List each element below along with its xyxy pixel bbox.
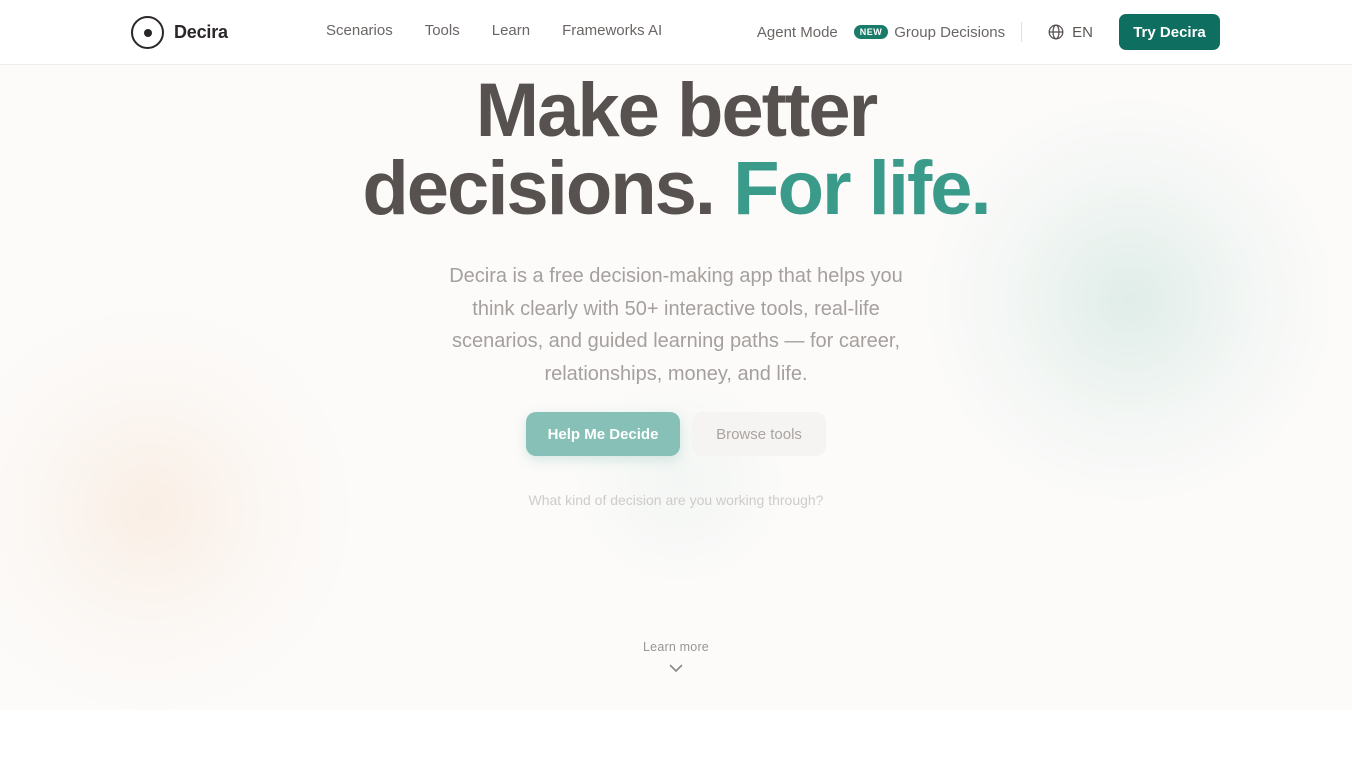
hero-headline: Make better decisions. For life. [0,72,1352,228]
learn-more-link[interactable]: Learn more [0,638,1352,673]
hero-subtext: Decira is a free decision-making app tha… [449,265,903,385]
header-actions: Agent Mode NEW Group Decisions EN Try De… [757,14,1220,50]
language-selector[interactable]: EN [1048,24,1093,41]
group-decisions-link[interactable]: NEW Group Decisions [853,23,1006,41]
globe-icon [1048,24,1064,40]
cta-row: Help Me Decide Browse tools [0,412,1352,456]
browse-tools-button[interactable]: Browse tools [692,412,826,456]
header-divider [1021,22,1023,42]
site-header: Decira Scenarios Tools Learn Frameworks … [0,0,1352,65]
circle-dot-icon [131,15,164,49]
brand-name: Decira [174,21,228,42]
nav-link-tools[interactable]: Tools [425,22,460,39]
nav-link-learn[interactable]: Learn [492,22,530,39]
learn-more-label: Learn more [643,640,709,654]
group-decisions-label: Group Decisions [894,23,1006,41]
nav-link-frameworks-ai[interactable]: Frameworks AI [562,22,662,39]
new-badge: NEW [853,25,889,39]
main-nav: Scenarios Tools Learn Frameworks AI [326,22,662,39]
decision-prompt: What kind of decision are you working th… [528,492,824,508]
try-decira-button[interactable]: Try Decira [1119,14,1220,50]
headline-line-1: Make better [475,68,878,153]
help-me-decide-button[interactable]: Help Me Decide [526,412,680,456]
nav-link-scenarios[interactable]: Scenarios [326,22,393,39]
language-label: EN [1072,23,1093,41]
headline-accent: For life. [733,146,991,231]
headline-line-2: decisions. [362,146,716,231]
agent-mode-link[interactable]: Agent Mode [757,24,838,41]
brand-logo[interactable]: Decira [131,15,228,49]
chevron-down-icon [669,664,683,672]
hero-section: Make better decisions. For life. Decira … [0,72,1352,509]
